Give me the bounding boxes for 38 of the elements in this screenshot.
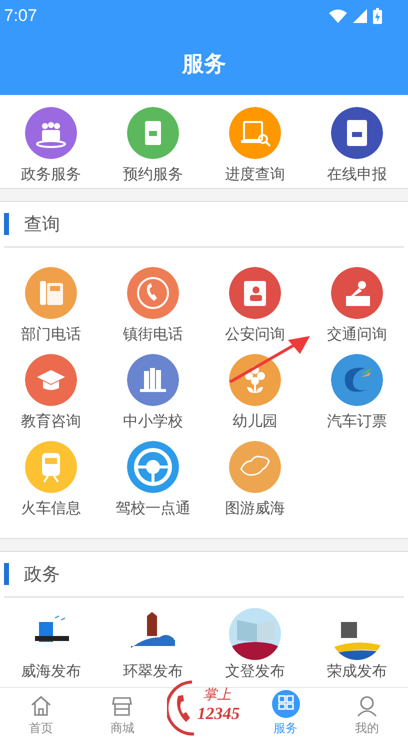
service-label[interactable]: 公安问询: [225, 325, 285, 344]
battery-icon: [373, 8, 382, 24]
nav-tab[interactable]: 商城: [82, 688, 164, 741]
service-label[interactable]: 进度查询: [225, 165, 285, 184]
section-marker: [4, 563, 9, 585]
logo-text: 掌上: [203, 686, 232, 704]
service-label[interactable]: 威海发布: [21, 662, 81, 681]
nav-tab[interactable]: 我的: [326, 688, 408, 741]
service-label[interactable]: 镇街电话: [123, 325, 183, 344]
home-icon: [28, 694, 53, 718]
service-label[interactable]: 汽车订票: [327, 412, 387, 431]
service-label[interactable]: 驾校一点通: [116, 499, 190, 518]
logo-number: 12345: [197, 704, 240, 724]
section-title: 查询: [24, 213, 60, 236]
grid-icon: [272, 690, 300, 718]
section-marker: [4, 213, 9, 235]
signal-icon: [353, 9, 367, 23]
service-label[interactable]: 荣成发布: [327, 662, 387, 681]
service-label[interactable]: 环翠发布: [123, 662, 183, 681]
service-label[interactable]: 部门电话: [21, 325, 81, 344]
section-title: 政务: [24, 563, 60, 586]
service-label[interactable]: 图游威海: [225, 499, 285, 518]
person-icon: [355, 694, 380, 718]
service-label[interactable]: 幼儿园: [232, 412, 278, 431]
wifi-icon: [329, 9, 347, 23]
service-label[interactable]: 中小学校: [123, 412, 183, 431]
service-label[interactable]: 政务服务: [21, 165, 81, 184]
service-label[interactable]: 在线申报: [327, 165, 387, 184]
page-title: 服务: [182, 50, 226, 78]
service-label[interactable]: 预约服务: [123, 165, 183, 184]
phone-logo-icon: [167, 680, 196, 736]
service-label[interactable]: 文登发布: [225, 662, 285, 681]
nav-tab[interactable]: 首页: [0, 688, 82, 741]
service-label[interactable]: 教育咨询: [21, 412, 81, 431]
service-label[interactable]: 火车信息: [21, 499, 81, 518]
status-time: 7:07: [4, 6, 38, 26]
store-icon: [110, 694, 134, 718]
service-label[interactable]: 交通问询: [327, 325, 387, 344]
